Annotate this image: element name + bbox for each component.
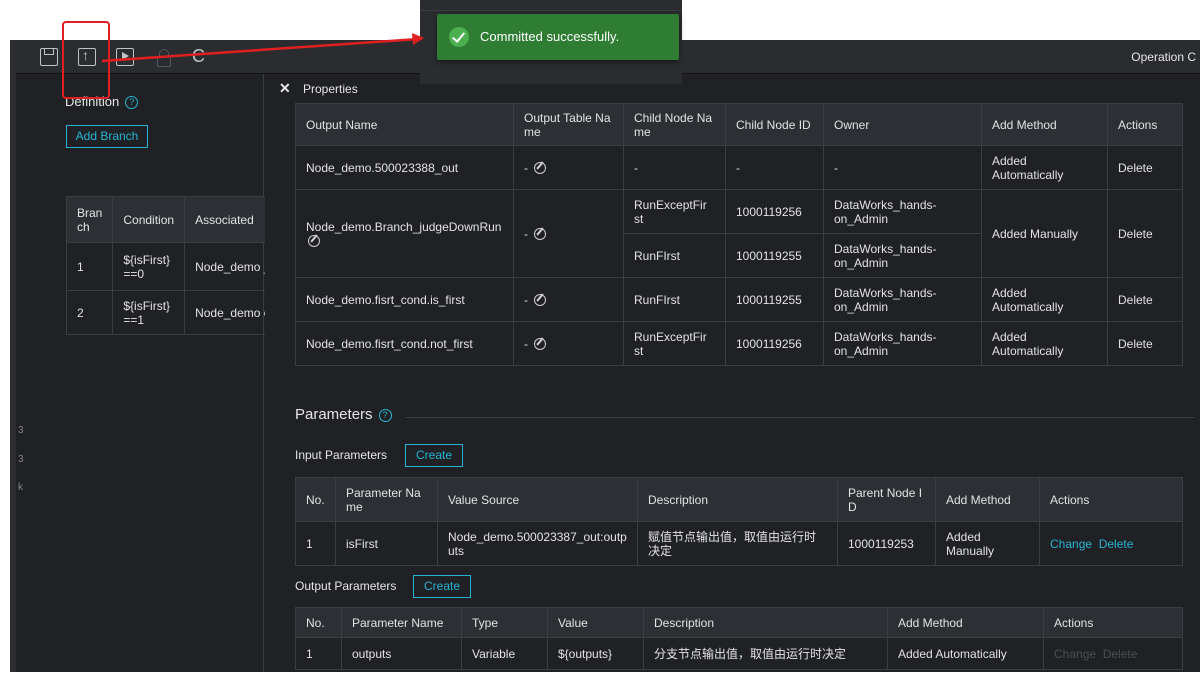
arrow-head-icon (412, 33, 424, 45)
arrow-line (101, 37, 419, 63)
annotation-arrow (101, 33, 424, 63)
